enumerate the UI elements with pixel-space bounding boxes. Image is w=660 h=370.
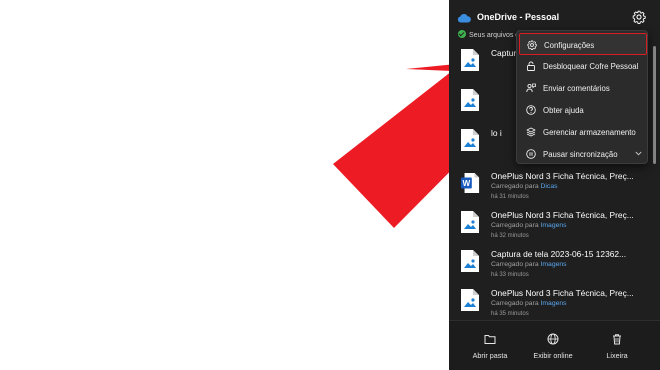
- storage-icon: [526, 127, 536, 137]
- location-prefix: Carregado para: [491, 222, 539, 229]
- file-location: Carregado para Imagens: [491, 261, 567, 268]
- list-item[interactable]: OnePlus Nord 3 Ficha Técnica, Preç... Ca…: [449, 206, 654, 246]
- menu-item-label: Desbloquear Cofre Pessoal: [543, 62, 639, 71]
- folder-link[interactable]: Imagens: [541, 222, 567, 229]
- recycle-bin-label: Lixeira: [606, 351, 628, 360]
- account-label: - Pessoal: [519, 12, 560, 22]
- menu-item-pause-sync[interactable]: Pausar sincronização: [519, 143, 647, 165]
- menu-item-label: Gerenciar armazenamento: [543, 128, 636, 137]
- menu-item-label: Enviar comentários: [543, 84, 610, 93]
- word-file-icon: W: [460, 173, 480, 193]
- lock-icon: [527, 61, 535, 71]
- open-folder-button[interactable]: Abrir pasta: [458, 321, 522, 370]
- menu-item-label: Configurações: [544, 41, 595, 50]
- image-file-icon: [461, 211, 479, 233]
- location-prefix: Carregado para: [491, 261, 539, 268]
- scrollbar-thumb[interactable]: [653, 46, 656, 164]
- image-file-icon: [461, 49, 479, 71]
- scrollbar[interactable]: [652, 40, 656, 312]
- file-name: OnePlus Nord 3 Ficha Técnica, Preç...: [491, 288, 634, 298]
- sync-status: Seus arquivos e: [458, 30, 519, 39]
- menu-item-send-feedback[interactable]: Enviar comentários: [519, 77, 647, 99]
- svg-text:W: W: [463, 179, 471, 188]
- globe-icon: [547, 333, 559, 345]
- file-time: há 31 minutos: [491, 194, 529, 200]
- file-time: há 32 minutos: [491, 233, 529, 239]
- trash-icon: [613, 334, 621, 345]
- file-name: Captura de tela 2023-06-15 12362...: [491, 249, 627, 259]
- menu-item-get-help[interactable]: Obter ajuda: [519, 99, 647, 121]
- menu-item-unlock-vault[interactable]: Desbloquear Cofre Pessoal: [519, 55, 647, 77]
- menu-item-label: Obter ajuda: [543, 106, 584, 115]
- gear-icon: [527, 40, 537, 50]
- file-name: OnePlus Nord 3 Ficha Técnica, Preç...: [491, 210, 634, 220]
- location-prefix: Carregado para: [491, 300, 539, 307]
- image-file-icon: [461, 89, 479, 111]
- file-location: Carregado para Dicas: [491, 183, 558, 190]
- chevron-down-icon[interactable]: [635, 151, 642, 156]
- image-file-icon: [461, 250, 479, 272]
- folder-link[interactable]: Imagens: [541, 261, 567, 268]
- view-online-label: Exibir online: [533, 351, 573, 360]
- folder-link[interactable]: Imagens: [541, 300, 567, 307]
- onedrive-cloud-icon: [457, 14, 471, 23]
- location-prefix: Carregado para: [491, 183, 539, 190]
- help-icon: [526, 105, 536, 115]
- menu-item-label: Pausar sincronização: [543, 150, 618, 159]
- panel-footer: Abrir pasta Exibir online Lixeira: [449, 320, 660, 370]
- file-time: há 33 minutos: [491, 272, 529, 278]
- menu-item-manage-storage[interactable]: Gerenciar armazenamento: [519, 121, 647, 143]
- image-file-icon: [461, 289, 479, 311]
- check-circle-icon: [458, 30, 466, 38]
- file-location: Carregado para Imagens: [491, 300, 567, 307]
- settings-menu: Configurações Desbloquear Cofre Pessoal …: [516, 30, 648, 164]
- file-location: Carregado para Imagens: [491, 222, 567, 229]
- file-name: OnePlus Nord 3 Ficha Técnica, Preç...: [491, 171, 634, 181]
- feedback-icon: [526, 83, 536, 93]
- list-item[interactable]: Captura de tela 2023-06-15 12362... Carr…: [449, 245, 654, 285]
- pause-icon: [526, 149, 536, 159]
- folder-icon: [484, 335, 496, 344]
- sync-status-text: Seus arquivos e: [469, 32, 520, 39]
- app-name: OneDrive: [477, 12, 518, 22]
- open-folder-label: Abrir pasta: [472, 351, 508, 360]
- file-time: há 35 minutos: [491, 311, 529, 317]
- folder-link[interactable]: Dicas: [541, 183, 558, 190]
- list-item[interactable]: W OnePlus Nord 3 Ficha Técnica, Preç... …: [449, 167, 654, 207]
- recycle-bin-button[interactable]: Lixeira: [585, 321, 649, 370]
- gear-icon[interactable]: [632, 10, 646, 24]
- image-file-icon: [461, 129, 479, 151]
- file-name: lo i: [491, 128, 502, 138]
- panel-title: OneDrive - Pessoal: [477, 12, 559, 22]
- list-item[interactable]: OnePlus Nord 3 Ficha Técnica, Preç... Ca…: [449, 284, 654, 324]
- menu-item-settings[interactable]: Configurações: [519, 33, 647, 55]
- view-online-button[interactable]: Exibir online: [521, 321, 585, 370]
